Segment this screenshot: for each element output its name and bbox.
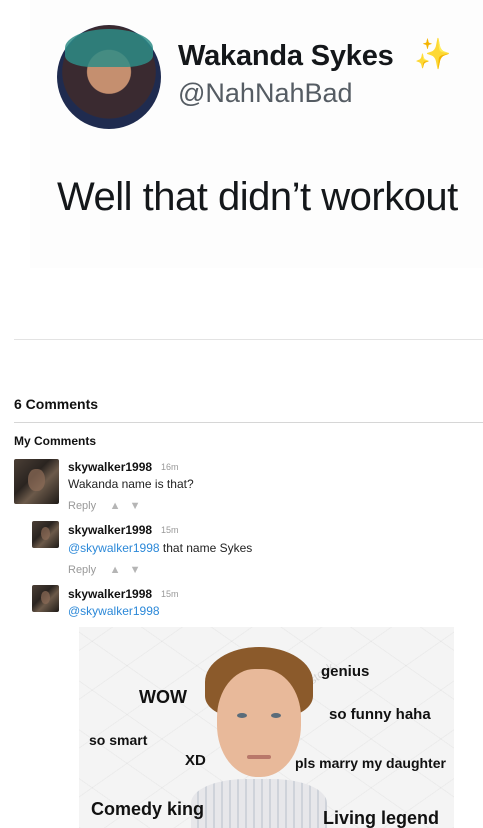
comment-item: skywalker1998 15m @skywalker1998 (32, 585, 483, 625)
comment-item: skywalker1998 15m @skywalker1998 that na… (32, 521, 483, 581)
avatar[interactable] (32, 585, 59, 612)
meme-word-xd: XD (185, 752, 206, 769)
mention-link[interactable]: @skywalker1998 (68, 604, 160, 618)
downvote-icon[interactable]: ▼ (128, 500, 142, 512)
meme-word-wow: WOW (139, 687, 187, 707)
comment-body: that name Sykes (159, 541, 253, 555)
comment-body: Wakanda name is that? (68, 477, 194, 491)
meme-image: shutterstock shutterstock genius WOW so … (79, 627, 454, 828)
divider (14, 339, 483, 340)
reply-button[interactable]: Reply (68, 500, 96, 512)
tweet-avatar (57, 25, 161, 129)
comment-text: @skywalker1998 that name Sykes (68, 541, 252, 555)
meme-word-so-smart: so smart (89, 732, 148, 748)
comment-username[interactable]: skywalker1998 (68, 460, 152, 474)
mention-link[interactable]: @skywalker1998 (68, 541, 160, 555)
avatar[interactable] (32, 521, 59, 548)
divider (14, 422, 483, 423)
comment-actions: Reply ▲ ▼ (68, 500, 148, 512)
upvote-icon[interactable]: ▲ (108, 564, 122, 576)
comment-username[interactable]: skywalker1998 (68, 587, 152, 601)
comment-actions: Reply ▲ ▼ (68, 564, 148, 576)
upvote-icon[interactable]: ▲ (108, 500, 122, 512)
comments-count: 6 Comments (14, 396, 99, 412)
comment-username[interactable]: skywalker1998 (68, 523, 152, 537)
comment-text: @skywalker1998 (68, 604, 160, 618)
comment-timestamp: 15m (161, 525, 179, 535)
meme-word-genius: genius (321, 663, 370, 680)
sparkles-icon: ✨ (414, 38, 452, 71)
tweet-author-handle: @NahNahBad (178, 78, 353, 108)
meme-word-living-legend: Living legend (323, 808, 440, 828)
comment-timestamp: 15m (161, 589, 179, 599)
person-photo (191, 647, 327, 828)
comment-timestamp: 16m (161, 462, 179, 472)
tab-my-comments[interactable]: My Comments (14, 434, 96, 448)
downvote-icon[interactable]: ▼ (128, 564, 142, 576)
meme-word-comedy-king: Comedy king (91, 799, 205, 819)
avatar[interactable] (14, 459, 59, 504)
reply-button[interactable]: Reply (68, 564, 96, 576)
comment-item: skywalker1998 16m Wakanda name is that? … (14, 459, 483, 519)
meme-word-marry: pls marry my daughter (295, 755, 446, 771)
meme-word-so-funny: so funny haha (329, 706, 431, 723)
tweet-image: Wakanda Sykes ✨ @NahNahBad Well that did… (30, 0, 483, 268)
tweet-text: Well that didn’t workout (57, 175, 458, 219)
tweet-author-name: Wakanda Sykes (178, 40, 394, 72)
comment-text: Wakanda name is that? (68, 477, 194, 491)
